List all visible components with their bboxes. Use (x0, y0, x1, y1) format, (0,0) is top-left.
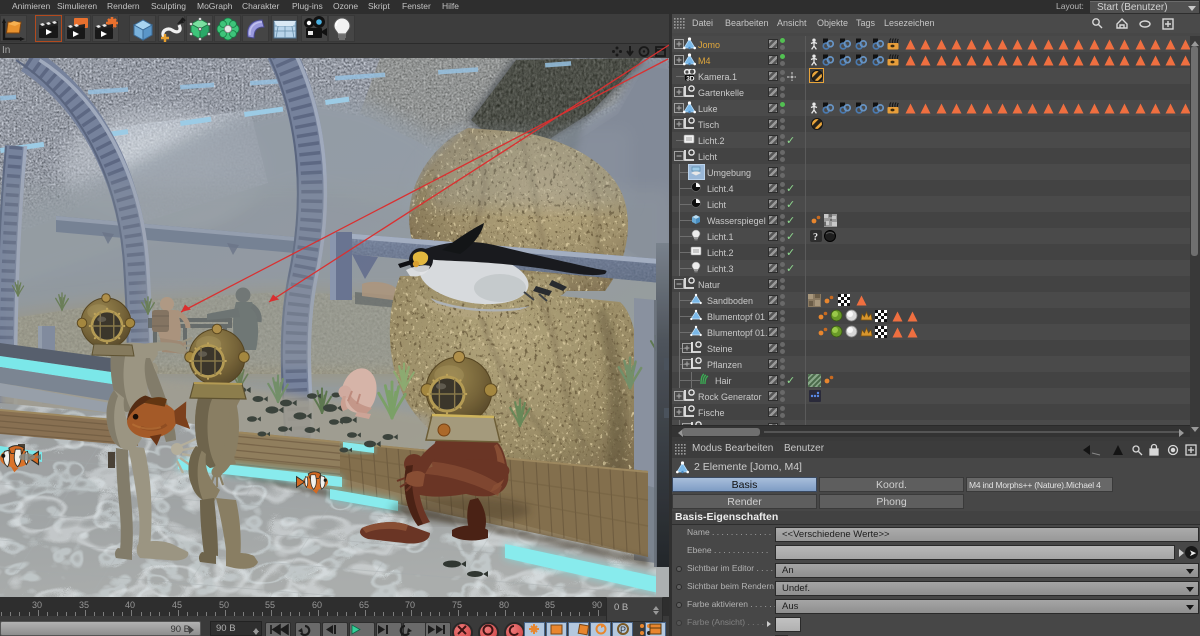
svg-text:P: P (620, 625, 626, 635)
